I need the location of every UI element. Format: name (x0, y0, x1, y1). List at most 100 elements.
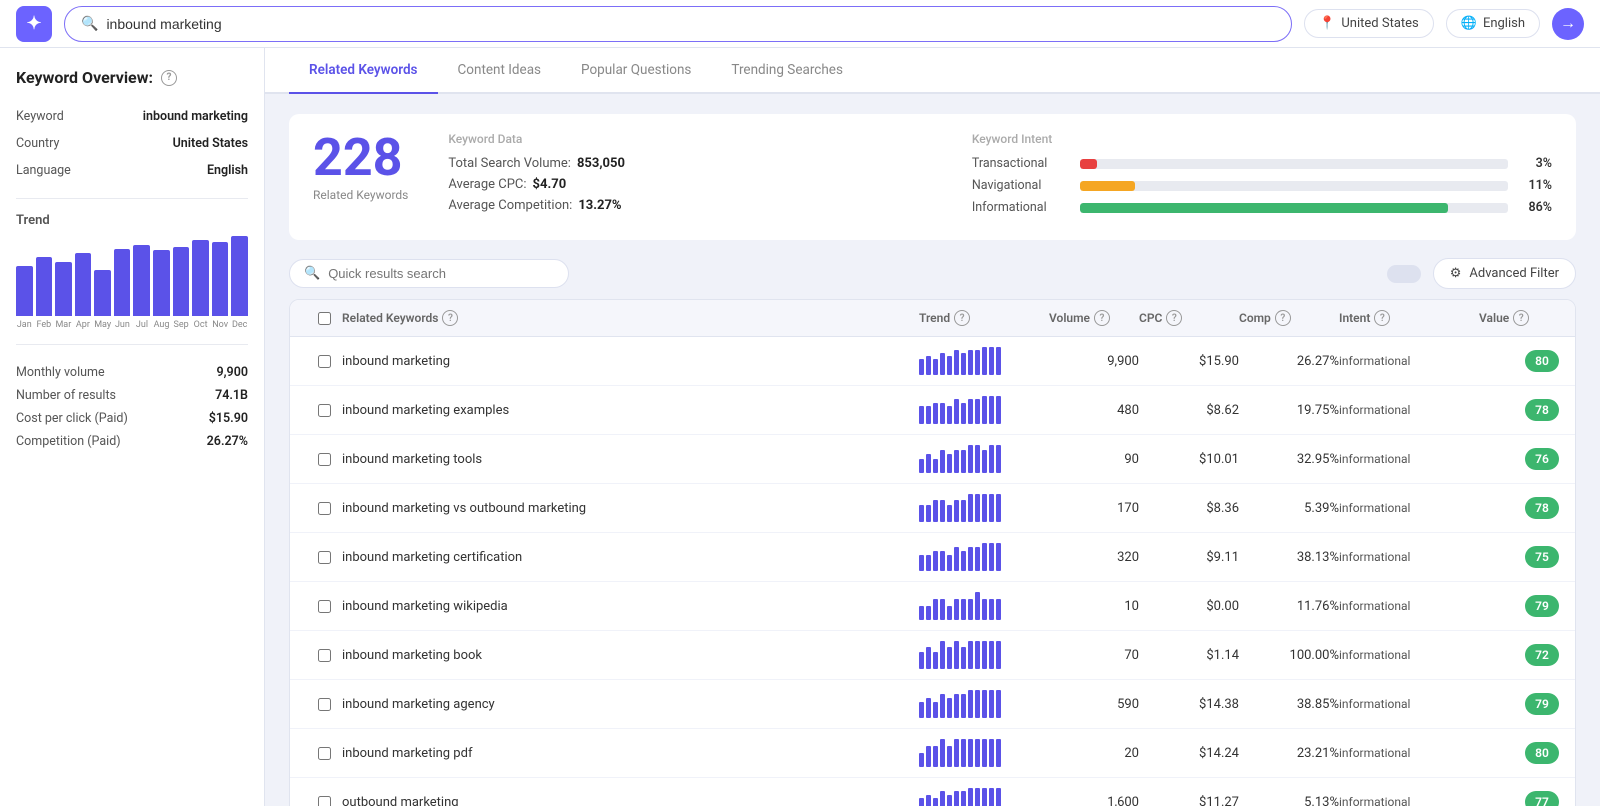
value-badge: 78 (1525, 399, 1559, 421)
big-number-section: 228 Related Keywords (313, 132, 408, 202)
value-cell: 78 (1479, 399, 1559, 421)
monthly-volume-label: Monthly volume (16, 365, 105, 380)
row-checkbox-0[interactable] (318, 355, 331, 368)
cpc-value: $15.90 (209, 411, 248, 426)
intent-panel: Keyword Intent Transactional 3% Navigati… (972, 132, 1552, 222)
select-all-checkbox[interactable] (318, 312, 331, 325)
value-cell: 80 (1479, 742, 1559, 764)
row-checkbox-9[interactable] (318, 796, 331, 806)
search-submit-button[interactable]: → (1552, 8, 1584, 40)
tab-content-ideas[interactable]: Content Ideas (438, 48, 562, 94)
keyword-name: outbound marketing (342, 795, 919, 806)
value-badge: 80 (1525, 742, 1559, 764)
row-checkbox-6[interactable] (318, 649, 331, 662)
cpc-cell: $9.11 (1139, 550, 1239, 565)
checkbox-header (306, 312, 342, 325)
cpc-cell: $14.24 (1139, 746, 1239, 761)
stat-monthly-volume: Monthly volume 9,900 (16, 361, 248, 384)
mini-trend-chart (919, 494, 1049, 522)
main-search-bar[interactable]: 🔍 (64, 6, 1292, 42)
table-rows-container: inbound marketing 9,900 $15.90 26.27% in… (290, 337, 1575, 806)
mini-trend-chart (919, 592, 1049, 620)
intent-cell: informational (1339, 354, 1479, 368)
volume-cell: 10 (1049, 599, 1139, 614)
stat-competition: Competition (Paid) 26.27% (16, 430, 248, 453)
divider-2 (16, 344, 248, 345)
intent-cell: informational (1339, 795, 1479, 806)
intent-col-info[interactable]: ? (1374, 310, 1390, 326)
intent-cell: informational (1339, 403, 1479, 417)
keyword-name: inbound marketing (342, 354, 919, 369)
col-header-intent: Intent ? (1339, 310, 1479, 326)
row-checkbox-1[interactable] (318, 404, 331, 417)
mini-trend-chart (919, 543, 1049, 571)
row-checkbox-5[interactable] (318, 600, 331, 613)
row-checkbox-8[interactable] (318, 747, 331, 760)
search-icon: 🔍 (81, 16, 98, 32)
content-area: Related KeywordsContent IdeasPopular Que… (265, 48, 1600, 806)
tab-popular-questions[interactable]: Popular Questions (561, 48, 711, 94)
keyword-name: inbound marketing wikipedia (342, 599, 919, 614)
cpc-cell: $8.62 (1139, 403, 1239, 418)
row-checkbox-3[interactable] (318, 502, 331, 515)
col-header-trend: Trend ? (919, 310, 1049, 326)
location-selector[interactable]: 📍 United States (1304, 9, 1434, 38)
cpc-cell: $11.27 (1139, 795, 1239, 806)
tab-trending-searches[interactable]: Trending Searches (711, 48, 863, 94)
comp-cell: 5.39% (1239, 501, 1339, 516)
info-icon[interactable]: ? (161, 70, 177, 86)
volume-col-info[interactable]: ? (1094, 310, 1110, 326)
col-header-cpc: CPC ? (1139, 310, 1239, 326)
keywords-table: Related Keywords ? Trend ? Volume ? CPC … (289, 299, 1576, 806)
related-keywords-count: 228 (313, 132, 408, 184)
language-selector[interactable]: 🌐 English (1446, 9, 1540, 38)
search-input[interactable] (106, 16, 1275, 32)
mini-trend-chart (919, 396, 1049, 424)
stats-panel: 228 Related Keywords Keyword Data Total … (289, 114, 1576, 240)
value-badge: 79 (1525, 693, 1559, 715)
sidebar-bar-9 (192, 236, 209, 316)
value-badge: 77 (1525, 791, 1559, 806)
table-row: inbound marketing 9,900 $15.90 26.27% in… (290, 337, 1575, 386)
sidebar-bar-11 (231, 236, 248, 316)
row-checkbox-col (306, 600, 342, 613)
language-label-sidebar: Language (16, 163, 71, 178)
tabs-bar: Related KeywordsContent IdeasPopular Que… (265, 48, 1600, 94)
keyword-name: inbound marketing examples (342, 403, 919, 418)
content-inner: 228 Related Keywords Keyword Data Total … (265, 94, 1600, 806)
intent-row-transactional: Transactional 3% (972, 156, 1552, 171)
value-cell: 72 (1479, 644, 1559, 666)
value-cell: 79 (1479, 595, 1559, 617)
meta-language-row: Language English (16, 157, 248, 184)
trend-col-info[interactable]: ? (954, 310, 970, 326)
row-checkbox-col (306, 649, 342, 662)
row-checkbox-7[interactable] (318, 698, 331, 711)
location-icon: 📍 (1319, 16, 1335, 31)
sidebar-bar-1 (36, 236, 53, 316)
intent-title: Keyword Intent (972, 132, 1552, 146)
table-header: Related Keywords ? Trend ? Volume ? CPC … (290, 300, 1575, 337)
intent-cell: informational (1339, 452, 1479, 466)
cpc-col-info[interactable]: ? (1166, 310, 1182, 326)
col-header-keyword: Related Keywords ? (342, 310, 919, 326)
value-col-info[interactable]: ? (1513, 310, 1529, 326)
comp-cell: 11.76% (1239, 599, 1339, 614)
table-row: inbound marketing vs outbound marketing … (290, 484, 1575, 533)
keyword-name: inbound marketing book (342, 648, 919, 663)
sidebar: Keyword Overview: ? Keyword inbound mark… (0, 48, 265, 806)
row-checkbox-4[interactable] (318, 551, 331, 564)
tab-related-keywords[interactable]: Related Keywords (289, 48, 438, 94)
advanced-filter-button[interactable]: ⚙ Advanced Filter (1433, 258, 1576, 289)
cpc-label: Cost per click (Paid) (16, 411, 128, 426)
topbar: ✦ 🔍 📍 United States 🌐 English → (0, 0, 1600, 48)
cpc-cell: $15.90 (1139, 354, 1239, 369)
keyword-col-info[interactable]: ? (442, 310, 458, 326)
quick-search-input[interactable] (328, 266, 554, 281)
keyword-name: inbound marketing certification (342, 550, 919, 565)
trend-section-label: Trend (16, 213, 248, 228)
comp-col-info[interactable]: ? (1275, 310, 1291, 326)
quick-search[interactable]: 🔍 (289, 259, 569, 288)
toggle-switch[interactable] (1387, 265, 1421, 283)
volume-cell: 170 (1049, 501, 1139, 516)
row-checkbox-2[interactable] (318, 453, 331, 466)
